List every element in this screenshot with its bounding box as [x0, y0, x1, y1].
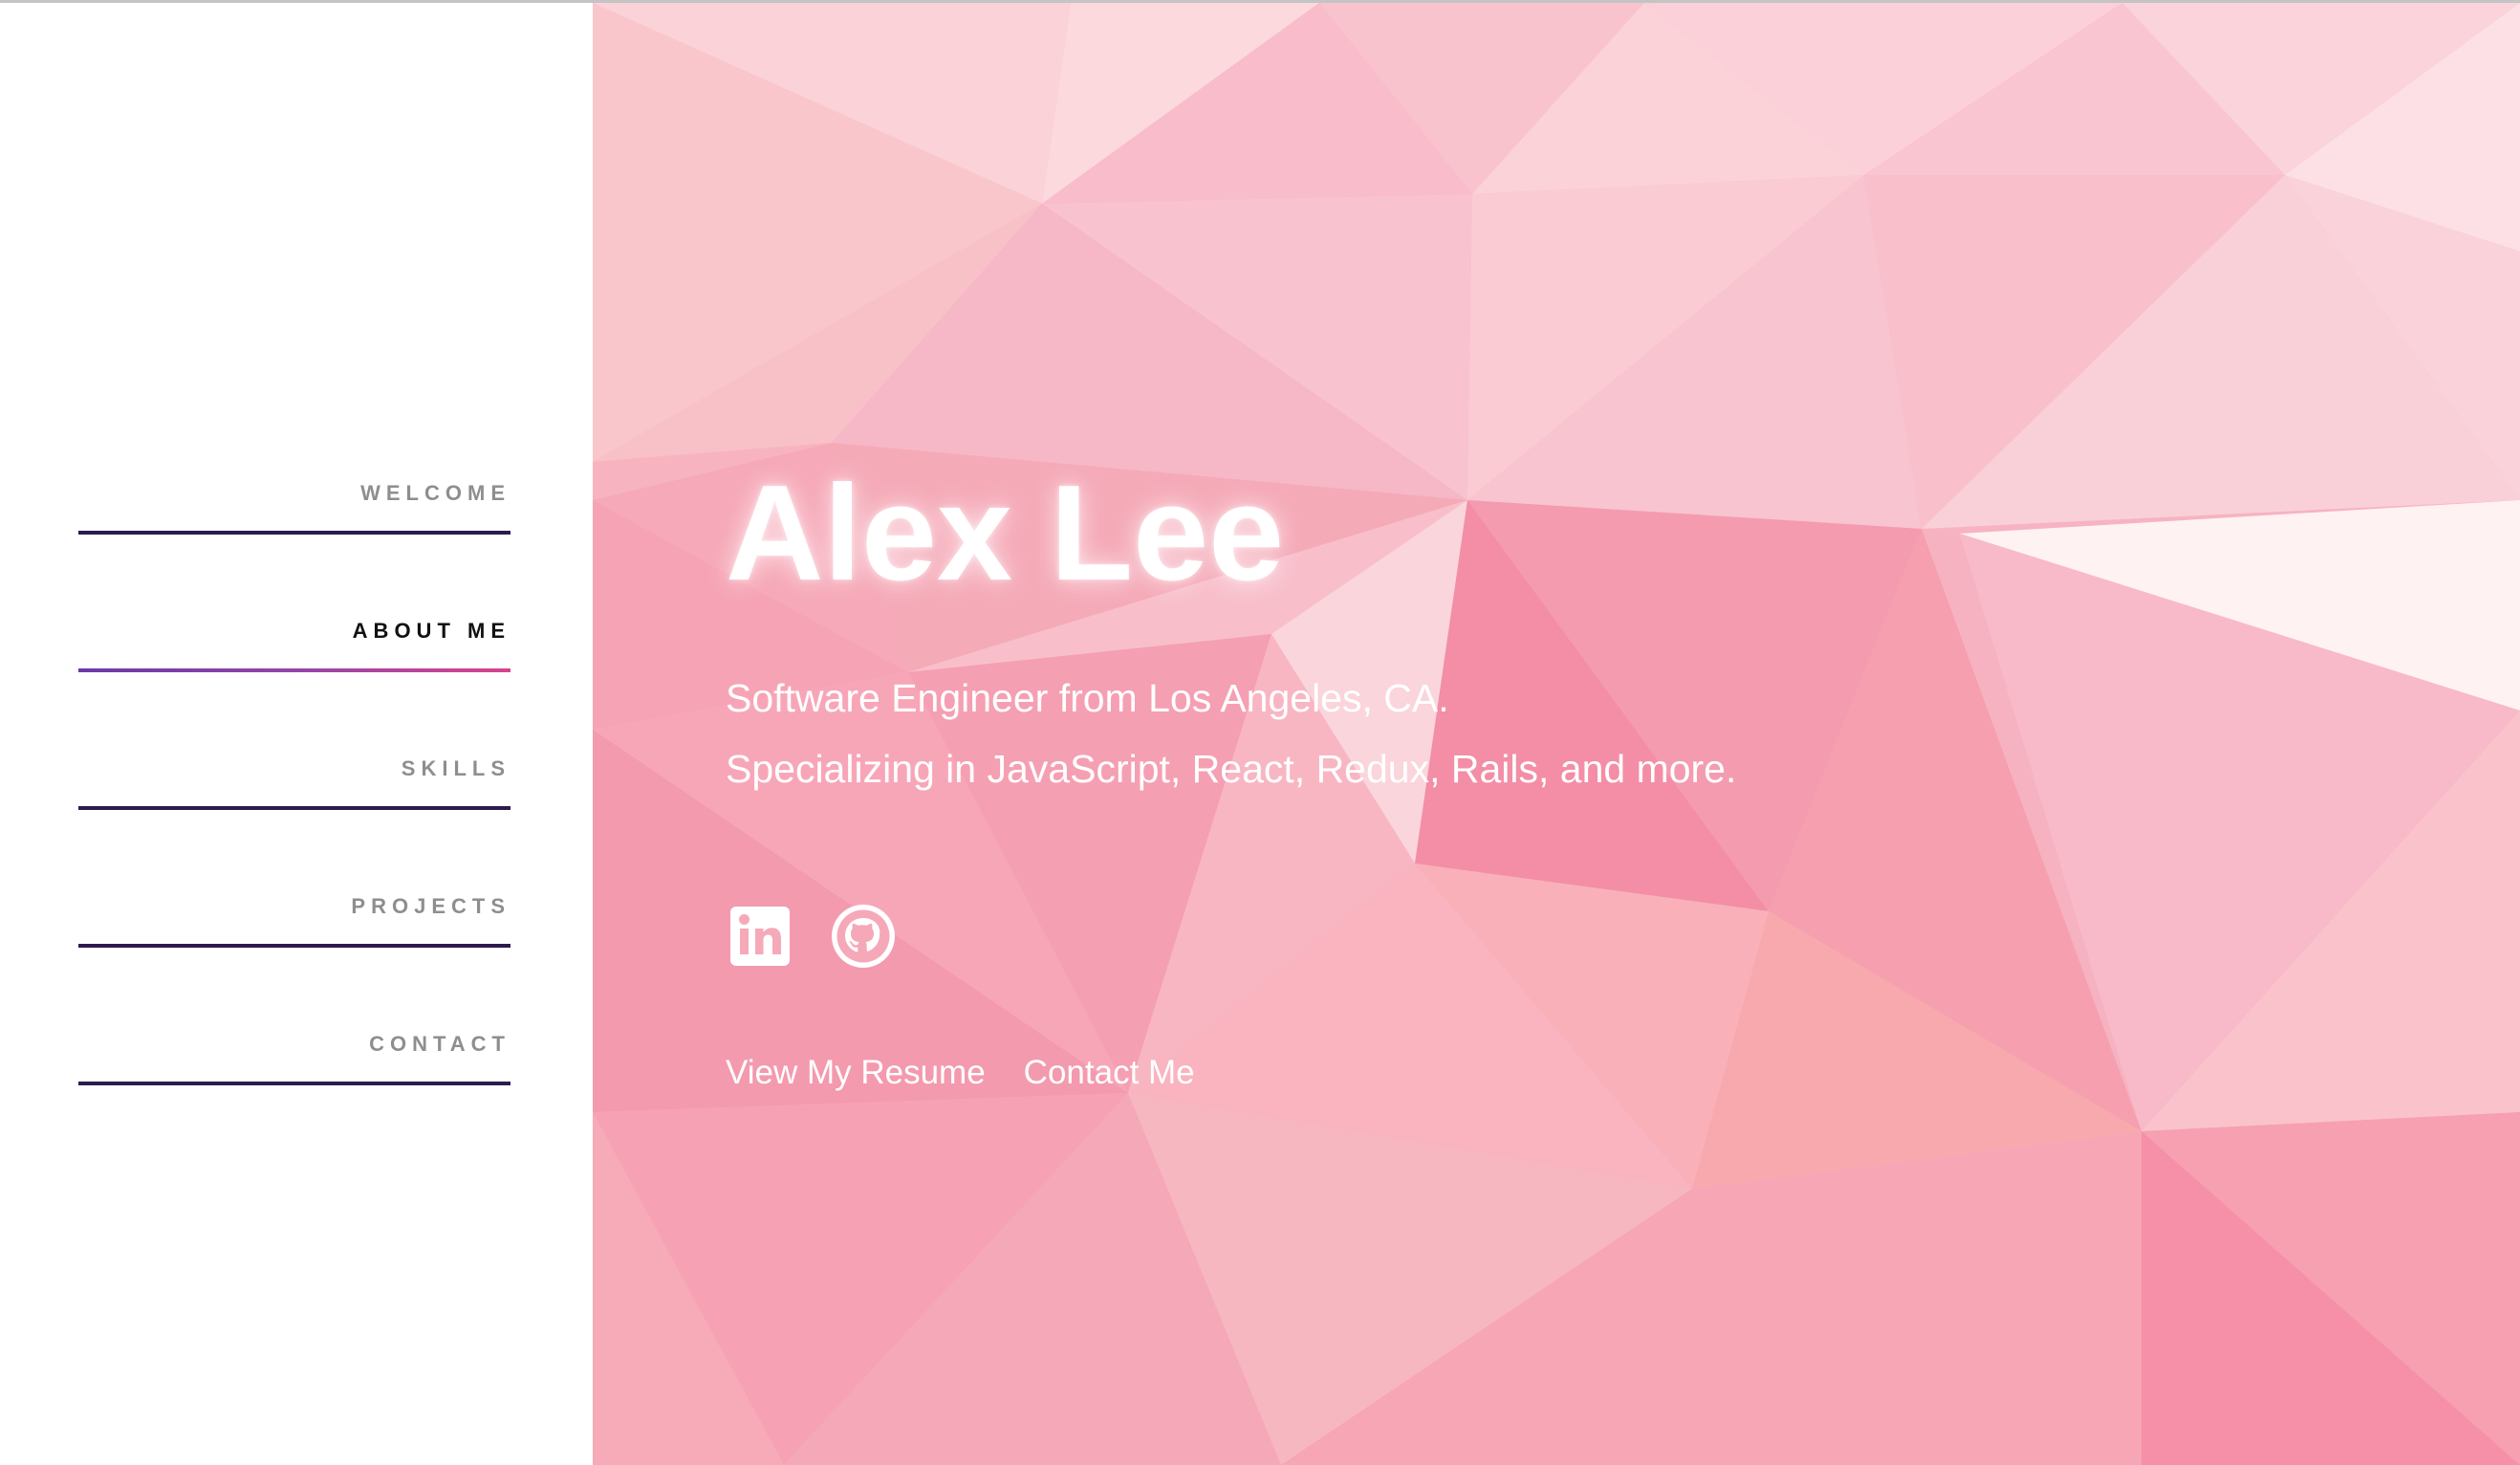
nav-label: CONTACT: [369, 1032, 511, 1056]
hero-tagline-skills: Specializing in JavaScript, React, Redux…: [726, 747, 1737, 791]
nav-item-about-me[interactable]: ABOUT ME: [78, 586, 511, 672]
view-resume-link[interactable]: View My Resume: [726, 1049, 986, 1097]
sidebar-nav: WELCOME ABOUT ME SKILLS PROJECTS CONTACT: [0, 3, 593, 1465]
hero-links: View My Resume Contact Me: [726, 1049, 1195, 1097]
nav-underline-active: [78, 668, 511, 672]
hero-content: Alex Lee Software Engineer from Los Ange…: [726, 3, 2446, 1465]
nav-label: SKILLS: [401, 756, 511, 780]
nav-item-welcome[interactable]: WELCOME: [78, 448, 511, 535]
nav-item-projects[interactable]: PROJECTS: [78, 862, 511, 948]
nav-underline: [78, 806, 511, 810]
social-links: [726, 902, 898, 971]
hero-name: Alex Lee: [726, 457, 1285, 609]
nav-label: ABOUT ME: [352, 619, 511, 643]
linkedin-icon: [730, 907, 790, 966]
contact-me-link[interactable]: Contact Me: [1024, 1049, 1195, 1097]
github-link[interactable]: [829, 902, 898, 971]
linkedin-link[interactable]: [726, 902, 794, 971]
nav-item-contact[interactable]: CONTACT: [78, 999, 511, 1085]
nav-underline: [78, 944, 511, 948]
window-top-border: [0, 0, 2520, 3]
nav-label: PROJECTS: [351, 894, 511, 918]
hero-section: Alex Lee Software Engineer from Los Ange…: [593, 3, 2520, 1465]
github-icon: [832, 905, 895, 968]
nav-label: WELCOME: [360, 481, 511, 505]
nav-underline: [78, 1082, 511, 1085]
nav-underline: [78, 531, 511, 535]
nav-item-skills[interactable]: SKILLS: [78, 724, 511, 810]
hero-tagline-role: Software Engineer from Los Angeles, CA.: [726, 676, 1449, 720]
